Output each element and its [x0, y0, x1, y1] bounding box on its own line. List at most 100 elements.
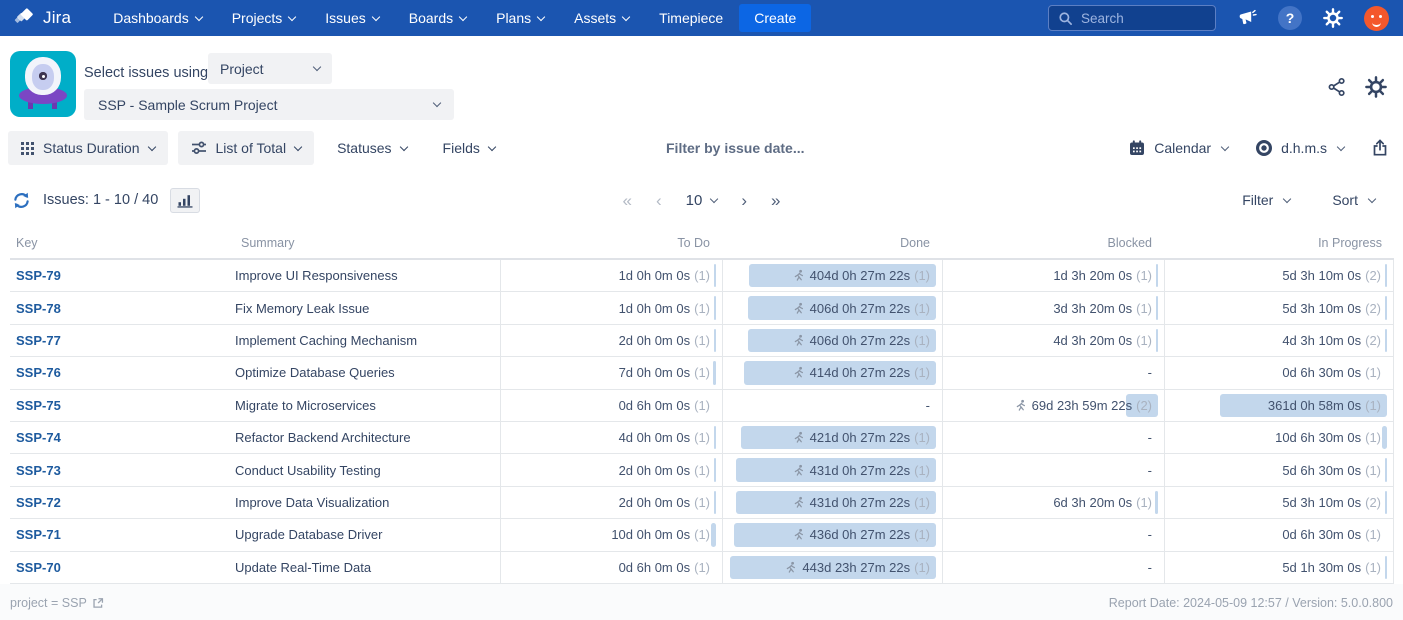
- transition-count: (1): [914, 560, 930, 575]
- select-mode-dropdown[interactable]: Project: [208, 53, 332, 84]
- duration-cell: 3d 3h 20m 0s (1): [942, 292, 1164, 323]
- nav-item-assets[interactable]: Assets: [574, 10, 629, 26]
- duration-cell: 2d 0h 0m 0s (1): [500, 325, 722, 356]
- duration-cell: 2d 0h 0m 0s (1): [500, 454, 722, 485]
- prev-page-button[interactable]: ‹: [656, 192, 662, 209]
- issue-summary: Refactor Backend Architecture: [235, 422, 500, 453]
- duration-value: -: [1148, 560, 1152, 575]
- duration-bar: [714, 491, 716, 514]
- duration-cell: 1d 0h 0m 0s (1): [500, 260, 722, 291]
- chart-view-toggle[interactable]: [170, 188, 200, 213]
- runner-icon: [784, 561, 797, 574]
- table-row: SSP-73 Conduct Usability Testing 2d 0h 0…: [10, 454, 1394, 486]
- transition-count: (1): [1136, 333, 1152, 348]
- duration-bar: [1155, 491, 1158, 514]
- duration-cell: 10d 0h 0m 0s (1): [500, 519, 722, 550]
- chevron-down-icon: [1368, 194, 1376, 202]
- issue-key-link[interactable]: SSP-76: [16, 365, 61, 380]
- duration-cell: 10d 6h 30m 0s (1): [1164, 422, 1394, 453]
- search-box[interactable]: [1048, 5, 1216, 31]
- duration-cell: 1d 3h 20m 0s (1): [942, 260, 1164, 291]
- duration-value: 5d 3h 10m 0s: [1282, 301, 1361, 316]
- first-page-button[interactable]: «: [623, 192, 632, 209]
- column-header-todo[interactable]: To Do: [500, 236, 722, 250]
- create-button[interactable]: Create: [739, 4, 811, 32]
- nav-item-dashboards[interactable]: Dashboards: [113, 10, 202, 26]
- column-header-inprogress[interactable]: In Progress: [1164, 236, 1394, 250]
- issue-key-link[interactable]: SSP-74: [16, 430, 61, 445]
- report-header: Select issues using Project SSP - Sample…: [0, 36, 1403, 130]
- duration-cell: 5d 6h 30m 0s (1): [1164, 454, 1394, 485]
- issue-summary: Improve Data Visualization: [235, 487, 500, 518]
- duration-cell: 0d 6h 30m 0s (1): [1164, 519, 1394, 550]
- report-type-dropdown[interactable]: Status Duration: [8, 131, 168, 165]
- issue-date-filter-input[interactable]: [666, 135, 866, 161]
- issue-summary: Update Real-Time Data: [235, 552, 500, 583]
- duration-value: 5d 6h 30m 0s: [1282, 463, 1361, 478]
- jql-link[interactable]: project = SSP: [10, 596, 104, 610]
- select-issues-label: Select issues using: [84, 58, 208, 88]
- issue-key-link[interactable]: SSP-72: [16, 495, 61, 510]
- nav-item-issues[interactable]: Issues: [325, 10, 378, 26]
- issue-key-link[interactable]: SSP-77: [16, 333, 61, 348]
- duration-value: 4d 3h 10m 0s: [1282, 333, 1361, 348]
- announcements-megaphone-icon[interactable]: [1237, 8, 1257, 28]
- share-icon[interactable]: [1327, 77, 1347, 97]
- table-row: SSP-71 Upgrade Database Driver 10d 0h 0m…: [10, 519, 1394, 551]
- fields-dropdown[interactable]: Fields: [430, 131, 508, 165]
- statuses-dropdown[interactable]: Statuses: [324, 131, 419, 165]
- top-navbar: Jira Dashboards Projects Issues Boards P…: [0, 0, 1403, 36]
- chevron-down-icon: [537, 12, 545, 20]
- time-format-value: d.h.m.s: [1281, 140, 1327, 156]
- duration-value: 421d 0h 27m 22s: [810, 430, 910, 445]
- runner-icon: [792, 334, 805, 347]
- refresh-icon[interactable]: [12, 191, 31, 210]
- duration-bar: [714, 329, 716, 352]
- issue-key-link[interactable]: SSP-75: [16, 398, 61, 413]
- chevron-down-icon: [147, 142, 155, 150]
- page-size-dropdown[interactable]: 10: [686, 192, 718, 209]
- sliders-icon: [191, 140, 207, 156]
- nav-item-projects[interactable]: Projects: [232, 10, 296, 26]
- issue-key-link[interactable]: SSP-71: [16, 527, 61, 542]
- next-page-button[interactable]: ›: [741, 192, 747, 209]
- column-header-blocked[interactable]: Blocked: [942, 236, 1164, 250]
- nav-item-plans[interactable]: Plans: [496, 10, 544, 26]
- view-mode-dropdown[interactable]: List of Total: [178, 131, 315, 165]
- column-header-summary[interactable]: Summary: [235, 236, 500, 250]
- nav-item-boards[interactable]: Boards: [409, 10, 466, 26]
- issue-key-link[interactable]: SSP-73: [16, 463, 61, 478]
- help-icon[interactable]: ?: [1278, 6, 1302, 30]
- nav-item-timepiece[interactable]: Timepiece: [659, 10, 723, 26]
- duration-value: 431d 0h 27m 22s: [810, 463, 910, 478]
- report-date-version: Report Date: 2024-05-09 12:57 / Version:…: [1109, 596, 1393, 610]
- duration-bar: [714, 426, 716, 449]
- timepiece-report-page: Jira Dashboards Projects Issues Boards P…: [0, 0, 1403, 620]
- duration-value: -: [1148, 527, 1152, 542]
- calendar-icon: [1128, 139, 1146, 157]
- export-icon[interactable]: [1371, 139, 1389, 157]
- duration-cell: 361d 0h 58m 0s (1): [1164, 390, 1394, 421]
- issue-summary: Implement Caching Mechanism: [235, 325, 500, 356]
- issue-key-link[interactable]: SSP-70: [16, 560, 61, 575]
- settings-gear-icon[interactable]: [1323, 8, 1343, 28]
- runner-icon: [1014, 399, 1027, 412]
- transition-count: (1): [694, 365, 710, 380]
- time-format-dropdown[interactable]: d.h.m.s: [1255, 139, 1344, 157]
- report-settings-gear-icon[interactable]: [1365, 76, 1387, 98]
- search-input[interactable]: [1081, 11, 1201, 26]
- transition-count: (1): [1365, 365, 1381, 380]
- column-header-done[interactable]: Done: [722, 236, 942, 250]
- issue-key-link[interactable]: SSP-79: [16, 268, 61, 283]
- calendar-dropdown[interactable]: Calendar: [1128, 139, 1228, 157]
- filter-dropdown[interactable]: Filter: [1242, 192, 1290, 208]
- user-avatar[interactable]: [1364, 6, 1389, 31]
- duration-value: 2d 0h 0m 0s: [619, 463, 691, 478]
- project-dropdown[interactable]: SSP - Sample Scrum Project: [84, 89, 454, 120]
- column-header-key[interactable]: Key: [10, 236, 235, 250]
- jira-brand[interactable]: Jira: [14, 7, 71, 29]
- issue-key-link[interactable]: SSP-78: [16, 301, 61, 316]
- sort-dropdown[interactable]: Sort: [1332, 192, 1375, 208]
- last-page-button[interactable]: »: [771, 192, 780, 209]
- issue-summary: Upgrade Database Driver: [235, 519, 500, 550]
